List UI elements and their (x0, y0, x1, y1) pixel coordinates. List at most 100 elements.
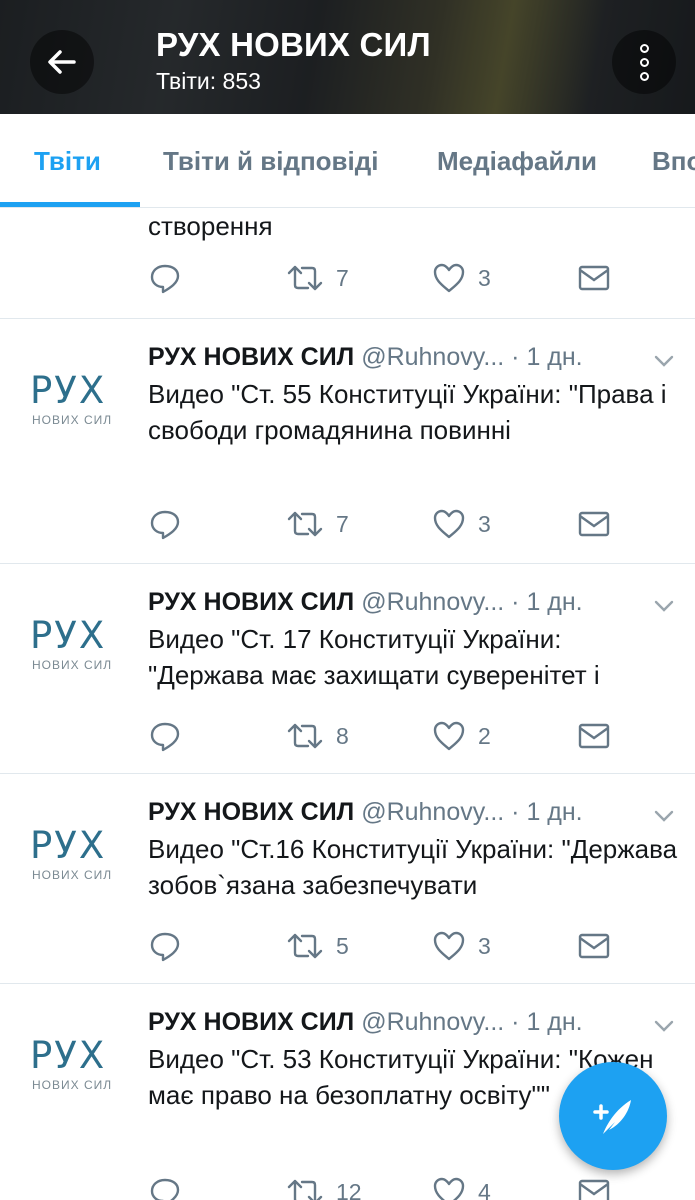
message-button[interactable] (578, 926, 610, 966)
tweet-time: · 1 дн. (511, 1008, 583, 1036)
avatar-logo-text: РУХ (30, 824, 107, 867)
reply-icon (150, 264, 180, 294)
like-count: 2 (478, 722, 491, 749)
like-button[interactable]: 3 (432, 504, 491, 544)
like-icon (433, 931, 465, 961)
retweet-button[interactable]: 12 (286, 1172, 362, 1200)
tweet-actions: 7 3 (148, 504, 668, 544)
message-button[interactable] (578, 258, 610, 298)
tweet-actions: 5 3 (148, 926, 668, 966)
like-count: 3 (478, 510, 491, 537)
reply-icon (150, 1178, 180, 1200)
reply-icon (150, 722, 180, 752)
reply-icon (150, 510, 180, 540)
retweet-count: 7 (336, 264, 349, 291)
author-handle: @Ruhnovy... (361, 798, 505, 826)
like-icon (433, 509, 465, 539)
author-name[interactable]: РУХ НОВИХ СИЛ (148, 588, 354, 616)
tweet-item[interactable]: РУХ НОВИХ СИЛ РУХ НОВИХ СИЛ @Ruhnovy... … (0, 774, 695, 984)
like-button[interactable]: 2 (432, 716, 491, 756)
reply-button[interactable] (148, 504, 182, 544)
profile-header: РУХ НОВИХ СИЛ Твіти: 853 (0, 0, 695, 114)
chevron-down-icon[interactable] (652, 594, 676, 618)
avatar-logo-text: РУХ (30, 369, 107, 412)
message-icon (578, 1179, 610, 1200)
tweet-time: · 1 дн. (511, 588, 583, 616)
more-vertical-icon-dot (639, 57, 649, 67)
like-button[interactable]: 3 (432, 926, 491, 966)
reply-button[interactable] (148, 1172, 182, 1200)
tab-likes[interactable]: Впо (652, 146, 695, 177)
avatar[interactable]: РУХ НОВИХ СИЛ (30, 614, 122, 674)
chevron-down-icon[interactable] (652, 349, 676, 373)
more-vertical-icon (639, 43, 649, 53)
back-button[interactable] (30, 30, 94, 94)
avatar-logo-text: РУХ (30, 1034, 107, 1077)
message-icon (578, 265, 610, 291)
reply-button[interactable] (148, 716, 182, 756)
more-vertical-icon-dot (639, 71, 649, 81)
like-count: 3 (478, 932, 491, 959)
message-icon (578, 511, 610, 537)
retweet-icon (287, 511, 323, 537)
retweet-button[interactable]: 5 (286, 926, 349, 966)
tweet-count: Твіти: 853 (156, 68, 261, 94)
tab-tweets-and-replies[interactable]: Твіти й відповіді (163, 146, 378, 177)
avatar[interactable]: РУХ НОВИХ СИЛ (30, 824, 122, 884)
avatar-logo-text: РУХ (30, 614, 107, 657)
author-handle: @Ruhnovy... (361, 343, 505, 371)
active-tab-indicator (0, 202, 140, 207)
tweet-actions: 7 3 (148, 258, 668, 298)
avatar-logo-subtext: НОВИХ СИЛ (32, 413, 113, 427)
like-count: 4 (478, 1178, 491, 1200)
author-name[interactable]: РУХ НОВИХ СИЛ (148, 1008, 354, 1036)
chevron-down-icon[interactable] (652, 804, 676, 828)
message-button[interactable] (578, 1172, 610, 1200)
compose-tweet-button[interactable] (559, 1062, 667, 1170)
tweet-item[interactable]: РУХ НОВИХ СИЛ РУХ НОВИХ СИЛ @Ruhnovy... … (0, 319, 695, 564)
like-button[interactable]: 4 (432, 1172, 491, 1200)
tweet-partial[interactable]: створення 7 3 (0, 208, 695, 319)
avatar-logo-subtext: НОВИХ СИЛ (32, 1078, 113, 1092)
tab-tweets[interactable]: Твіти (34, 146, 101, 177)
tweet-feed[interactable]: створення 7 3 РУХ НОВИХ СИЛ РУХ НОВИХ СИ… (0, 208, 695, 1200)
tweet-text: Видео "Ст. 55 Конституції України: "Прав… (148, 379, 667, 445)
tweet-time: · 1 дн. (511, 798, 583, 826)
tweet-actions: 12 4 (148, 1172, 668, 1200)
reply-icon (150, 932, 180, 962)
author-name[interactable]: РУХ НОВИХ СИЛ (148, 798, 354, 826)
retweet-count: 12 (336, 1178, 362, 1200)
retweet-count: 5 (336, 932, 349, 959)
retweet-icon (287, 1179, 323, 1200)
retweet-icon (287, 265, 323, 291)
message-button[interactable] (578, 716, 610, 756)
like-count: 3 (478, 264, 491, 291)
avatar-logo-subtext: НОВИХ СИЛ (32, 658, 113, 672)
retweet-button[interactable]: 7 (286, 258, 349, 298)
retweet-button[interactable]: 8 (286, 716, 349, 756)
like-button[interactable]: 3 (432, 258, 491, 298)
message-icon (578, 933, 610, 959)
author-name[interactable]: РУХ НОВИХ СИЛ (148, 343, 354, 371)
retweet-icon (287, 723, 323, 749)
back-arrow-icon (48, 50, 76, 74)
retweet-button[interactable]: 7 (286, 504, 349, 544)
tweet-meta: РУХ НОВИХ СИЛ @Ruhnovy... · 1 дн. (148, 798, 583, 827)
avatar[interactable]: РУХ НОВИХ СИЛ (30, 369, 122, 429)
reply-button[interactable] (148, 258, 182, 298)
tweet-item[interactable]: РУХ НОВИХ СИЛ РУХ НОВИХ СИЛ @Ruhnovy... … (0, 564, 695, 774)
message-button[interactable] (578, 504, 610, 544)
author-handle: @Ruhnovy... (361, 588, 505, 616)
retweet-icon (287, 933, 323, 959)
retweet-count: 8 (336, 722, 349, 749)
tab-media[interactable]: Медіафайли (437, 146, 597, 177)
like-icon (433, 1177, 465, 1200)
avatar-logo-subtext: НОВИХ СИЛ (32, 868, 113, 882)
chevron-down-icon[interactable] (652, 1014, 676, 1038)
retweet-count: 7 (336, 510, 349, 537)
profile-tabs: Твіти Твіти й відповіді Медіафайли Впо (0, 114, 695, 208)
tweet-text: створення (148, 211, 273, 241)
reply-button[interactable] (148, 926, 182, 966)
avatar[interactable]: РУХ НОВИХ СИЛ (30, 1034, 122, 1094)
more-options-button[interactable] (612, 30, 676, 94)
